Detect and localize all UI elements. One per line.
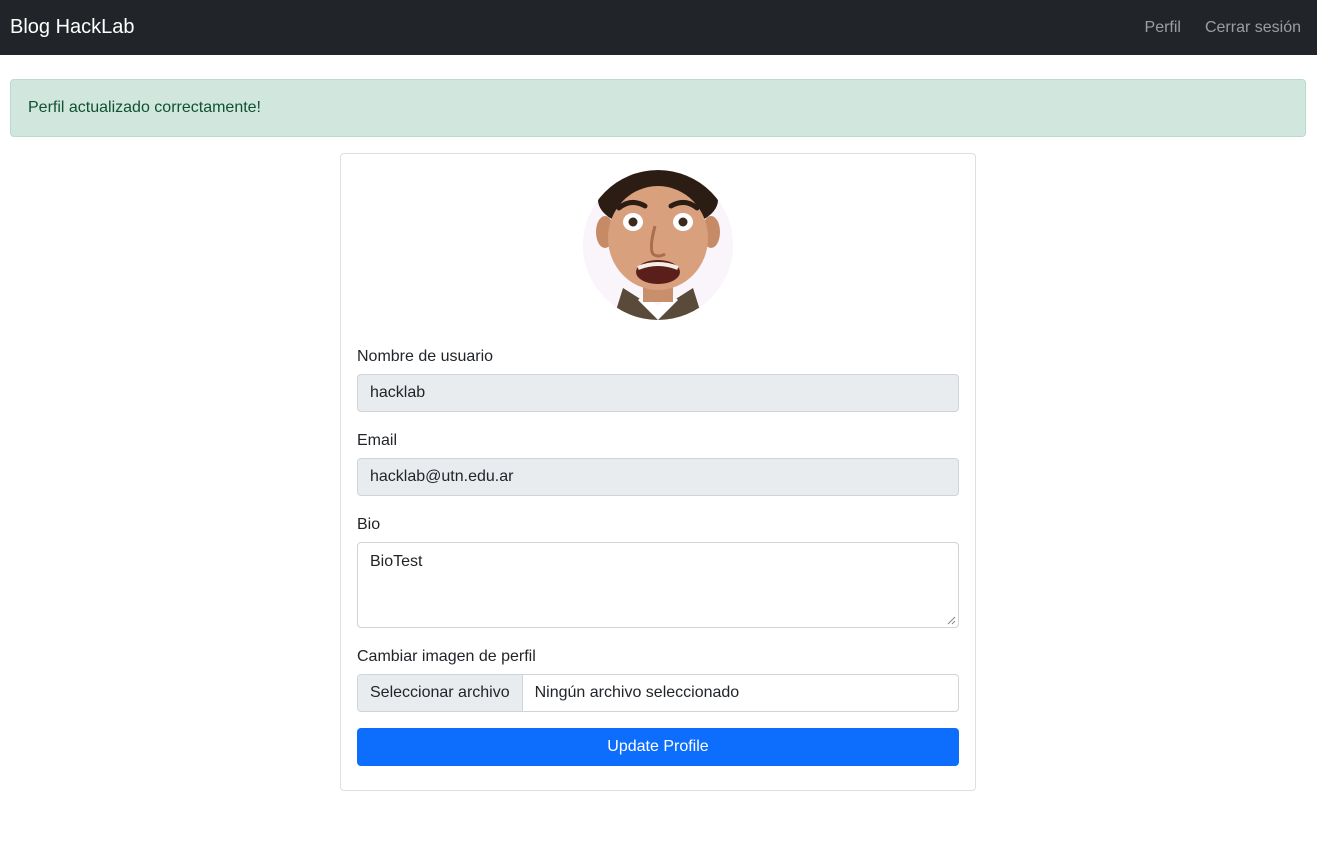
file-status: Ningún archivo seleccionado — [534, 684, 740, 701]
bio-group: Bio BioTest — [357, 516, 959, 628]
username-field[interactable]: hacklab — [357, 374, 959, 412]
email-group: Email hacklab@utn.edu.ar — [357, 432, 959, 496]
select-file-button[interactable]: Seleccionar archivo — [358, 675, 523, 711]
resize-grip-icon[interactable] — [947, 616, 956, 625]
profile-card: Nombre de usuario hacklab Email hacklab@… — [340, 153, 976, 791]
nav-link-logout[interactable]: Cerrar sesión — [1201, 19, 1305, 37]
nav-links: Perfil Cerrar sesión — [1141, 19, 1305, 37]
username-group: Nombre de usuario hacklab — [357, 348, 959, 412]
image-label: Cambiar imagen de perfil — [357, 648, 536, 665]
email-field[interactable]: hacklab@utn.edu.ar — [357, 458, 959, 496]
file-input[interactable]: Seleccionar archivo Ningún archivo selec… — [357, 674, 959, 712]
avatar-image — [583, 170, 733, 320]
success-alert: Perfil actualizado correctamente! — [10, 79, 1306, 137]
avatar — [583, 170, 733, 320]
bio-textarea[interactable]: BioTest — [357, 542, 959, 628]
username-label: Nombre de usuario — [357, 348, 494, 365]
email-label: Email — [357, 432, 398, 449]
top-navbar: Blog HackLab Perfil Cerrar sesión — [0, 0, 1317, 55]
update-profile-button[interactable]: Update Profile — [357, 728, 959, 766]
bio-label: Bio — [357, 516, 381, 533]
avatar-wrapper — [357, 170, 959, 320]
bio-value: BioTest — [370, 553, 423, 570]
brand-link[interactable]: Blog HackLab — [10, 16, 135, 39]
nav-link-perfil[interactable]: Perfil — [1141, 19, 1185, 37]
alert-message: Perfil actualizado correctamente! — [28, 99, 261, 116]
image-group: Cambiar imagen de perfil Seleccionar arc… — [357, 648, 959, 712]
